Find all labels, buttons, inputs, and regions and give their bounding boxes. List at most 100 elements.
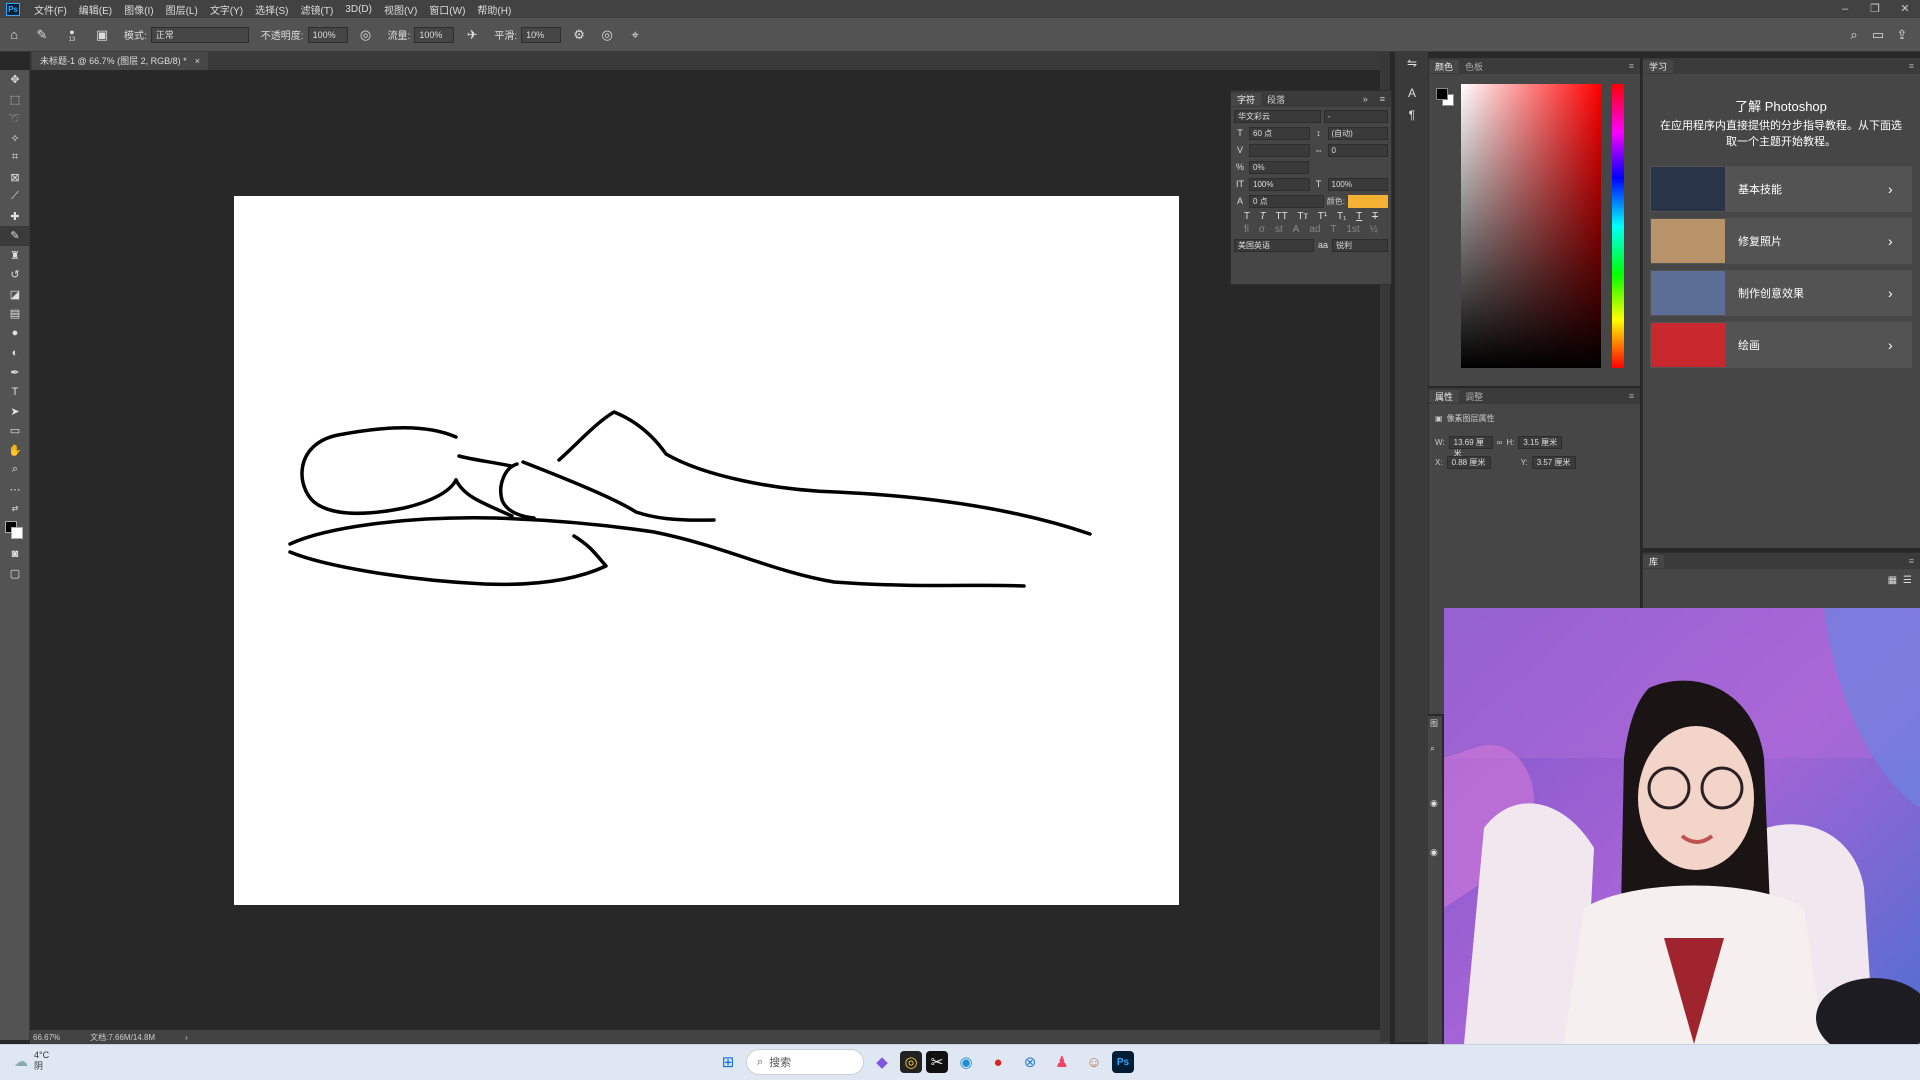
leading-field[interactable]: (自动) (1327, 126, 1388, 140)
discretionary-ligature-icon[interactable]: σ (1259, 224, 1265, 235)
type-tool-icon[interactable]: T (0, 382, 30, 402)
app-pink-icon[interactable]: ♟ (1048, 1048, 1076, 1076)
brush-settings-icon[interactable]: ▣ (92, 25, 112, 45)
flow-field[interactable]: 100% (414, 26, 455, 43)
menu-filter[interactable]: 滤镜(T) (295, 2, 340, 17)
menu-layer[interactable]: 图层(L) (160, 2, 204, 17)
screen-mode-icon[interactable]: ▢ (0, 564, 30, 584)
pen-tool-icon[interactable]: ✒ (0, 363, 30, 383)
weather-widget[interactable]: ☁ 4°C 阴 (14, 1050, 49, 1072)
font-size-field[interactable]: 60 点 (1249, 126, 1310, 140)
link-icon[interactable]: ∞ (1497, 438, 1503, 447)
learn-card-painting[interactable]: 绘画 › (1650, 322, 1912, 368)
height-field[interactable]: 3.15 厘米 (1518, 435, 1563, 449)
document-info[interactable]: 文档:7.66M/14.8M (90, 1032, 155, 1043)
copilot-icon[interactable]: ◆ (868, 1048, 896, 1076)
fraction-icon[interactable]: ½ (1370, 224, 1378, 235)
layers-tab-icon[interactable]: 图 (1428, 716, 1442, 731)
learn-menu-icon[interactable]: ≡ (1903, 61, 1920, 71)
panel-menu-icon[interactable]: ≡ (1374, 94, 1391, 104)
color-panel-menu-icon[interactable]: ≡ (1623, 61, 1640, 71)
brush-size-picker[interactable]: ● 13 (60, 25, 84, 45)
antialias-select[interactable]: 锐利 (1332, 238, 1388, 252)
learn-card-fix-photo[interactable]: 修复照片 › (1650, 218, 1912, 264)
app-yellow-icon[interactable]: ◎ (900, 1051, 922, 1073)
font-style-select[interactable]: - (1323, 109, 1388, 123)
menu-edit[interactable]: 编辑(E) (73, 2, 118, 17)
menu-file[interactable]: 文件(F) (28, 2, 73, 17)
move-tool-icon[interactable]: ✥ (0, 70, 30, 90)
windows-start-icon[interactable]: ⊞ (714, 1048, 742, 1076)
menu-help[interactable]: 帮助(H) (471, 2, 517, 17)
path-select-tool-icon[interactable]: ➤ (0, 402, 30, 422)
app-avatar-icon[interactable]: ☺ (1080, 1048, 1108, 1076)
text-color-swatch[interactable] (1348, 194, 1388, 208)
pressure-opacity-icon[interactable]: ◎ (356, 25, 376, 45)
stamp-tool-icon[interactable]: ♜ (0, 246, 30, 266)
tab-libraries[interactable]: 库 (1643, 554, 1665, 568)
small-caps-icon[interactable]: Tт (1297, 211, 1308, 222)
kerning-field[interactable] (1249, 143, 1310, 157)
quick-mask-icon[interactable]: ◙ (0, 545, 30, 565)
tab-color[interactable]: 颜色 (1429, 59, 1460, 73)
faux-italic-icon[interactable]: T (1260, 211, 1266, 222)
vertical-scale-field[interactable]: 100% (1249, 177, 1310, 191)
marquee-tool-icon[interactable]: ⬚ (0, 90, 30, 110)
gradient-tool-icon[interactable]: ▤ (0, 304, 30, 324)
underline-icon[interactable]: T (1356, 211, 1362, 222)
photoshop-taskbar-icon[interactable]: Ps (1112, 1051, 1134, 1073)
menu-type[interactable]: 文字(Y) (204, 2, 249, 17)
zoom-tool-icon[interactable]: ⌕ (0, 460, 30, 480)
smoothing-field[interactable]: 10% (521, 26, 562, 43)
scale-field[interactable]: 0% (1249, 160, 1309, 174)
search-icon[interactable]: ⌕ (1842, 27, 1866, 43)
tab-learn[interactable]: 学习 (1643, 59, 1674, 73)
app-blue-icon[interactable]: ⊗ (1016, 1048, 1044, 1076)
minimize-icon[interactable]: – (1830, 0, 1860, 18)
edge-icon[interactable]: ◉ (952, 1048, 980, 1076)
menu-window[interactable]: 窗口(W) (423, 2, 471, 17)
swash-icon[interactable]: st (1275, 224, 1283, 235)
menu-image[interactable]: 图像(I) (118, 2, 159, 17)
share-icon[interactable]: ⇪ (1890, 27, 1914, 43)
symmetry-icon[interactable]: ⌖ (625, 25, 645, 45)
tab-character[interactable]: 字符 (1231, 92, 1262, 106)
app-red-icon[interactable]: ● (984, 1048, 1012, 1076)
capcut-icon[interactable]: ✂ (926, 1051, 948, 1073)
font-family-select[interactable]: 华文彩云 (1234, 109, 1321, 123)
menu-select[interactable]: 选择(S) (249, 2, 294, 17)
home-icon[interactable]: ⌂ (4, 25, 24, 45)
y-field[interactable]: 3.57 厘米 (1531, 455, 1576, 469)
character-panel-icon[interactable]: A (1395, 82, 1429, 104)
close-tab-icon[interactable]: × (195, 52, 200, 70)
eraser-tool-icon[interactable]: ◪ (0, 285, 30, 305)
ordinal-icon[interactable]: T (1330, 224, 1336, 235)
menu-view[interactable]: 视图(V) (378, 2, 423, 17)
hue-slider[interactable] (1612, 84, 1624, 368)
history-panel-icon[interactable]: ⇋ (1395, 52, 1429, 74)
history-brush-tool-icon[interactable]: ↺ (0, 265, 30, 285)
tab-paragraph[interactable]: 段落 (1261, 93, 1291, 106)
collapse-icon[interactable]: » (1357, 94, 1374, 104)
superscript-icon[interactable]: T¹ (1318, 211, 1327, 222)
close-icon[interactable]: ✕ (1890, 0, 1920, 18)
list-view-icon[interactable]: ☰ (1903, 575, 1912, 586)
visibility-eye-icon[interactable]: ◉ (1428, 796, 1442, 811)
paragraph-panel-icon[interactable]: ¶ (1395, 104, 1429, 126)
visibility-eye-icon[interactable]: ◉ (1428, 845, 1442, 860)
titling-icon[interactable]: ad (1309, 224, 1320, 235)
eyedropper-tool-icon[interactable]: ⟋ (0, 187, 30, 207)
pressure-size-icon[interactable]: ◎ (597, 25, 617, 45)
crop-tool-icon[interactable]: ⌗ (0, 148, 30, 168)
color-swatches[interactable] (0, 519, 30, 545)
workspace-icon[interactable]: ▭ (1866, 27, 1890, 43)
opacity-field[interactable]: 100% (307, 26, 348, 43)
tab-adjustments[interactable]: 调整 (1459, 390, 1489, 403)
search-layers-icon[interactable]: ⌕ (1428, 741, 1442, 756)
taskbar-search[interactable]: ⌕ 搜索 (746, 1049, 864, 1075)
document-tab[interactable]: 未标题-1 @ 66.7% (图层 2, RGB/8) * × (32, 52, 208, 70)
swap-colors-icon[interactable]: ⇄ (0, 499, 30, 519)
more-tools-icon[interactable]: ⋯ (0, 480, 30, 500)
mode-select[interactable]: 正常 (150, 26, 249, 43)
properties-menu-icon[interactable]: ≡ (1623, 391, 1640, 401)
